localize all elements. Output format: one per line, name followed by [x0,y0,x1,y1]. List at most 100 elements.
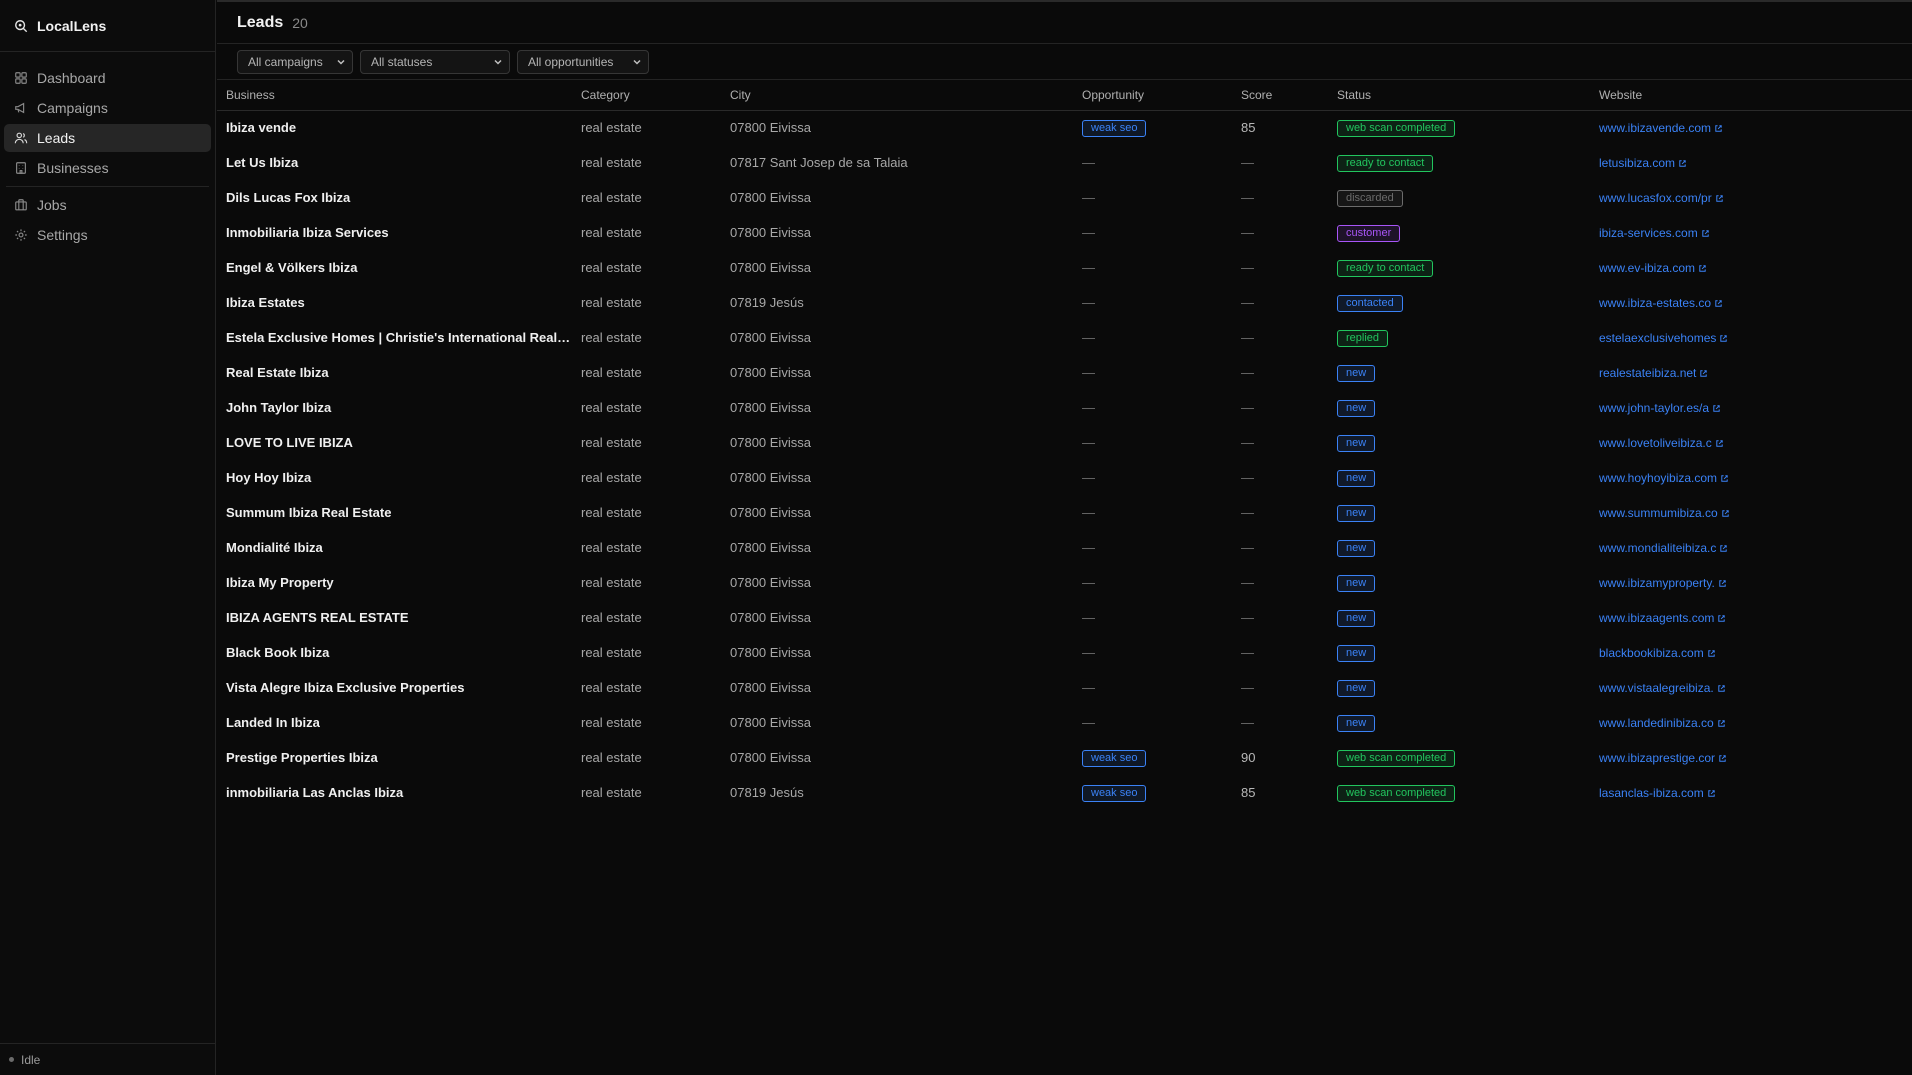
business-name-cell: inmobiliaria Las Anclas Ibiza [226,785,404,800]
website-link[interactable]: www.ibizavende.com [1599,121,1723,135]
table-row[interactable]: Ibiza My Property real estate 07800 Eiviss… [217,565,1912,600]
opportunity-cell: — [1082,190,1095,205]
sidebar-item-leads[interactable]: Leads [4,124,211,152]
sidebar-item-dashboard[interactable]: Dashboard [4,64,211,92]
website-link[interactable]: www.ibizaagents.com [1599,611,1726,625]
city-cell: 07800 Eivissa [730,120,811,136]
website-link[interactable]: www.summumibiza.co [1599,506,1730,520]
website-url: www.ibizaagents.com [1599,611,1715,625]
table-row[interactable]: Estela Exclusive Homes | Christie's Inte… [217,320,1912,355]
column-header-business[interactable]: Business [217,80,572,111]
column-header-status[interactable]: Status [1328,80,1590,111]
website-link[interactable]: ibiza-services.com [1599,226,1710,240]
category-cell: real estate [581,435,642,450]
table-row[interactable]: inmobiliaria Las Anclas Ibiza real estate… [217,775,1912,810]
opportunity-filter-select[interactable]: All opportunities [517,49,649,74]
column-header-city[interactable]: City [721,80,1073,111]
opportunity-badge: weak seo [1082,784,1147,802]
table-row[interactable]: Dils Lucas Fox Ibiza real estate 07800 Eiv… [217,180,1912,215]
external-link-icon [1714,124,1723,133]
website-link[interactable]: www.landedinibiza.co [1599,716,1726,730]
website-link[interactable]: www.hoyhoyibiza.com [1599,471,1729,485]
website-link[interactable]: blackbookibiza.com [1599,646,1716,660]
table-row[interactable]: Ibiza vende real estate 07800 Eivissa weak … [217,110,1912,145]
website-link[interactable]: www.ev-ibiza.com [1599,261,1707,275]
city-cell: 07817 Sant Josep de sa Talaia [730,155,908,170]
column-header-opportunity[interactable]: Opportunity [1073,80,1232,111]
business-name-cell: Engel & Völkers Ibiza [226,260,358,275]
sidebar-item-label: Dashboard [37,70,106,86]
website-cell: www.landedinibiza.co [1590,705,1912,740]
score-cell: 85 [1241,785,1256,800]
table-row[interactable]: Inmobiliaria Ibiza Services real estate 07… [217,215,1912,250]
table-row[interactable]: Let Us Ibiza real estate 07817 Sant Josep … [217,145,1912,180]
business-name-cell: LOVE TO LIVE IBIZA [226,435,353,450]
score-cell: — [1241,295,1254,310]
website-cell: www.ibiza-estates.co [1590,285,1912,320]
opportunity-cell: weak seo [1073,740,1232,775]
column-header-score[interactable]: Score [1232,80,1328,111]
website-link[interactable]: www.lucasfox.com/pr [1599,191,1724,205]
website-link[interactable]: letusibiza.com [1599,156,1687,170]
table-row[interactable]: Vista Alegre Ibiza Exclusive Properties r… [217,670,1912,705]
column-header-category[interactable]: Category [572,80,721,111]
website-link[interactable]: www.vistaalegreibiza. [1599,681,1726,695]
website-link[interactable]: www.mondialiteibiza.c [1599,541,1728,555]
table-row[interactable]: Ibiza Estates real estate 07819 Jesús — — con… [217,285,1912,320]
status-filter-select[interactable]: All statuses [360,49,510,74]
table-row[interactable]: Hoy Hoy Ibiza real estate 07800 Eivissa — — n… [217,460,1912,495]
status-badge: new [1337,609,1376,627]
website-link[interactable]: estelaexclusivehomes [1599,331,1728,345]
business-name-cell: Hoy Hoy Ibiza [226,470,312,485]
table-row[interactable]: Landed In Ibiza real estate 07800 Eivissa —… [217,705,1912,740]
sidebar-item-businesses[interactable]: Businesses [4,154,211,182]
status-badge: new [1337,399,1376,417]
website-link[interactable]: www.ibizamyproperty. [1599,576,1727,590]
website-link[interactable]: www.lovetoliveibiza.c [1599,436,1724,450]
status-cell: new [1328,460,1590,495]
status-cell: customer [1328,215,1590,250]
opportunity-cell: — [1082,365,1095,380]
status-badge: new [1337,364,1376,382]
website-url: www.vistaalegreibiza. [1599,681,1714,695]
table-row[interactable]: John Taylor Ibiza real estate 07800 Eiviss… [217,390,1912,425]
table-row[interactable]: IBIZA AGENTS REAL ESTATE real estate 07800… [217,600,1912,635]
campaign-filter-select[interactable]: All campaigns [237,49,353,74]
city-cell: 07800 Eivissa [730,260,811,275]
sidebar-item-jobs[interactable]: Jobs [4,191,211,219]
sidebar-item-campaigns[interactable]: Campaigns [4,94,211,122]
status-cell: web scan completed [1328,110,1590,145]
category-cell: real estate [581,120,642,136]
table-row[interactable]: Real Estate Ibiza real estate 07800 Eiviss… [217,355,1912,390]
table-row[interactable]: Black Book Ibiza real estate 07800 Eivissa… [217,635,1912,670]
sidebar-item-settings[interactable]: Settings [4,221,211,249]
website-link[interactable]: www.john-taylor.es/a [1599,401,1721,415]
score-cell: — [1241,155,1254,170]
opportunity-badge: weak seo [1082,119,1147,137]
score-cell: — [1241,400,1254,415]
opportunity-cell: — [1082,645,1095,660]
website-link[interactable]: www.ibiza-estates.co [1599,296,1723,310]
table-row[interactable]: LOVE TO LIVE IBIZA real estate 07800 Eivis… [217,425,1912,460]
website-url: lasanclas-ibiza.com [1599,786,1704,800]
category-cell: real estate [581,680,642,695]
website-link[interactable]: www.ibizaprestige.cor [1599,751,1727,765]
city-cell: 07819 Jesús [730,785,804,800]
brand[interactable]: LocalLens [0,0,215,52]
table-row[interactable]: Prestige Properties Ibiza real estate 0780… [217,740,1912,775]
status-cell: new [1328,705,1590,740]
website-url: www.lovetoliveibiza.c [1599,436,1712,450]
status-badge: new [1337,574,1376,592]
website-link[interactable]: lasanclas-ibiza.com [1599,786,1716,800]
column-header-website[interactable]: Website [1590,80,1912,111]
category-cell: real estate [581,610,642,625]
leads-count: 20 [292,14,308,31]
website-link[interactable]: realestateibiza.net [1599,366,1708,380]
opportunity-cell: — [1082,225,1095,240]
city-cell: 07800 Eivissa [730,435,811,450]
table-row[interactable]: Engel & Völkers Ibiza real estate 07800 Ei… [217,250,1912,285]
table-header-row: Business Category City Opportunity Score… [217,80,1912,111]
table-row[interactable]: Summum Ibiza Real Estate real estate 07800… [217,495,1912,530]
table-row[interactable]: Mondialité Ibiza real estate 07800 Eivissa… [217,530,1912,565]
score-cell: — [1241,260,1254,275]
